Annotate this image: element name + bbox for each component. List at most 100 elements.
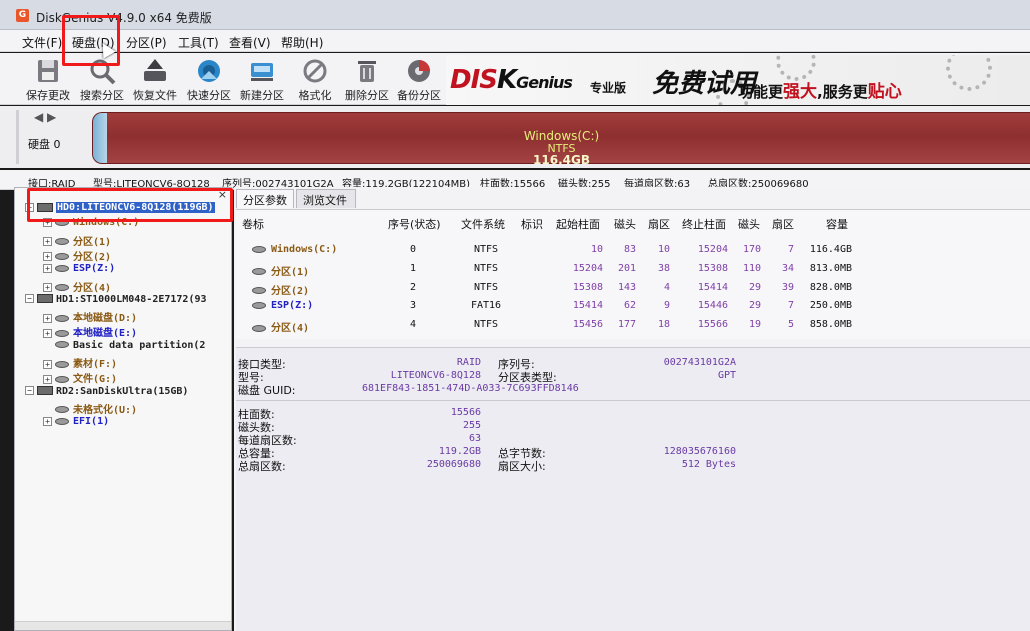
- tree-partition-node[interactable]: + 分区(1): [43, 233, 111, 248]
- table-cell-end-cyl: 15308: [697, 262, 728, 274]
- tree-partition-node[interactable]: + 分区(4): [43, 279, 111, 294]
- collapse-icon[interactable]: −: [25, 294, 34, 304]
- tab-browse-files[interactable]: 浏览文件: [296, 189, 356, 208]
- new-partition-button[interactable]: 新建分区: [233, 55, 291, 103]
- recover-files-button[interactable]: 恢复文件: [126, 55, 184, 103]
- delete-partition-button[interactable]: 删除分区: [338, 55, 396, 103]
- tree-partition-node[interactable]: 未格式化(U:): [43, 401, 137, 416]
- expand-icon[interactable]: +: [43, 328, 52, 338]
- search-partition-button[interactable]: 搜索分区: [73, 55, 131, 103]
- partition-icon: [252, 301, 266, 309]
- hard-disk-icon: [37, 202, 53, 212]
- col-end-cylinder: 终止柱面: [682, 218, 726, 231]
- partition-icon: [55, 238, 69, 246]
- tree-node-label: RD2:SanDiskUltra(15GB): [56, 385, 189, 397]
- table-cell-capacity: 116.4GB: [809, 244, 852, 255]
- table-cell-end-head: 29: [748, 281, 761, 293]
- tree-partition-node[interactable]: + EFI(1): [43, 416, 109, 431]
- disk-label: 硬盘 0: [28, 138, 61, 151]
- menu-file[interactable]: 文件(F): [22, 34, 62, 51]
- tree-partition-node[interactable]: Basic data partition(2: [43, 340, 205, 355]
- table-cell-end-head: 170: [742, 244, 761, 255]
- expand-icon[interactable]: +: [43, 237, 52, 247]
- menu-bar: 文件(F) 硬盘(D) 分区(P) 工具(T) 查看(V) 帮助(H): [0, 30, 1030, 52]
- partition-name-cell: 分区(1): [252, 263, 309, 278]
- expand-icon[interactable]: +: [43, 374, 52, 384]
- recover-files-icon: [144, 59, 166, 81]
- collapse-icon[interactable]: −: [25, 386, 34, 396]
- partition-icon: [55, 253, 69, 261]
- tree-disk-node[interactable]: − RD2:SanDiskUltra(15GB): [25, 386, 188, 401]
- expand-icon[interactable]: +: [43, 313, 52, 323]
- tree-partition-node[interactable]: + 文件(G:): [43, 370, 117, 385]
- quick-partition-button[interactable]: 快速分区: [180, 55, 238, 103]
- table-cell-index: 1: [409, 262, 417, 274]
- expand-icon[interactable]: +: [43, 252, 52, 262]
- table-cell-end-head: 110: [742, 262, 761, 274]
- partition-map-windows[interactable]: Windows(C:) NTFS 116.4GB: [92, 112, 1030, 167]
- expand-icon[interactable]: +: [43, 283, 52, 292]
- tree-node-label: Basic data partition(2: [73, 339, 206, 351]
- tree-node-label: ESP(Z:): [73, 263, 116, 275]
- table-cell-end-sec: 7: [787, 244, 794, 255]
- menu-help[interactable]: 帮助(H): [281, 34, 323, 51]
- sector-size-value: 512 Bytes: [681, 459, 736, 470]
- expand-icon[interactable]: +: [43, 217, 52, 227]
- backup-partition-button[interactable]: 备份分区: [390, 55, 448, 103]
- col-index-status: 序号(状态): [388, 218, 441, 231]
- slogan-text: 功能更强大,服务更贴心: [738, 82, 902, 102]
- col-capacity: 容量: [826, 218, 848, 231]
- heads-value: 255: [462, 420, 481, 431]
- menu-view[interactable]: 查看(V): [229, 34, 271, 51]
- tree-partition-node[interactable]: + Windows(C:): [43, 217, 139, 232]
- tree-node-label: Windows(C:): [73, 217, 140, 229]
- tree-disk-node[interactable]: − HD1:ST1000LM048-2E7172(93: [25, 294, 207, 309]
- horizontal-scrollbar[interactable]: [15, 621, 231, 630]
- partition-icon: [55, 284, 69, 291]
- partition-name-cell: Windows(C:): [252, 244, 337, 255]
- tree-partition-node[interactable]: + 素材(F:): [43, 355, 117, 370]
- partition-icon: [55, 264, 69, 272]
- table-cell-start-cyl: 15414: [572, 300, 603, 312]
- table-cell-index: 4: [409, 319, 417, 331]
- tab-partition-params[interactable]: 分区参数: [236, 189, 294, 208]
- tree-disk-node[interactable]: − HD0:LITEONCV6-8Q128(119GB): [25, 202, 215, 217]
- save-changes-button[interactable]: 保存更改: [19, 55, 77, 103]
- partition-name-cell: 分区(2): [252, 282, 309, 297]
- tree-node-label: 分区(4): [73, 282, 112, 294]
- tree-node-label: 本地磁盘(D:): [73, 313, 138, 325]
- table-cell-index: 0: [409, 244, 417, 255]
- menu-partition[interactable]: 分区(P): [126, 34, 167, 51]
- divider: [16, 110, 19, 164]
- table-cell-end-head: 19: [748, 319, 761, 331]
- hard-disk-icon: [37, 294, 53, 304]
- partition-details-panel: 分区参数 浏览文件 卷标 序号(状态) 文件系统 标识 起始柱面 磁头 扇区 终…: [234, 187, 1030, 631]
- expand-icon[interactable]: +: [43, 359, 52, 369]
- diskgenius-logo: DISKGenius: [450, 65, 573, 95]
- expand-icon[interactable]: +: [43, 416, 52, 426]
- collapse-icon[interactable]: −: [25, 202, 34, 212]
- col-volume-label: 卷标: [242, 218, 264, 231]
- delete-partition-icon: [358, 61, 376, 82]
- table-cell-end-head: 29: [748, 300, 761, 312]
- table-cell-index: 2: [409, 281, 417, 293]
- close-icon[interactable]: ×: [218, 188, 227, 201]
- menu-tools[interactable]: 工具(T): [178, 34, 219, 51]
- partition-icon: [252, 287, 266, 295]
- tree-node-label: 分区(1): [73, 236, 112, 248]
- table-cell-capacity: 813.0MB: [809, 262, 852, 274]
- tree-partition-node[interactable]: + 分区(2): [43, 248, 111, 263]
- disk-nav-arrows[interactable]: ◀ ▶: [34, 110, 56, 124]
- window-title: DiskGenius V4.9.0 x64 免费版: [36, 11, 212, 25]
- save-disk-icon: [38, 60, 58, 82]
- tree-partition-node[interactable]: + 本地磁盘(E:): [43, 324, 137, 339]
- partition-icon: [252, 324, 266, 332]
- partition-icon: [55, 360, 69, 368]
- format-button[interactable]: 格式化: [286, 55, 344, 103]
- tree-node-label: EFI(1): [73, 416, 110, 428]
- cylinders-value: 15566: [450, 407, 481, 418]
- tree-partition-node[interactable]: + 本地磁盘(D:): [43, 309, 137, 324]
- expand-icon[interactable]: +: [43, 263, 52, 273]
- partition-name-text: 分区(1): [271, 266, 310, 278]
- tree-partition-node[interactable]: + ESP(Z:): [43, 263, 115, 278]
